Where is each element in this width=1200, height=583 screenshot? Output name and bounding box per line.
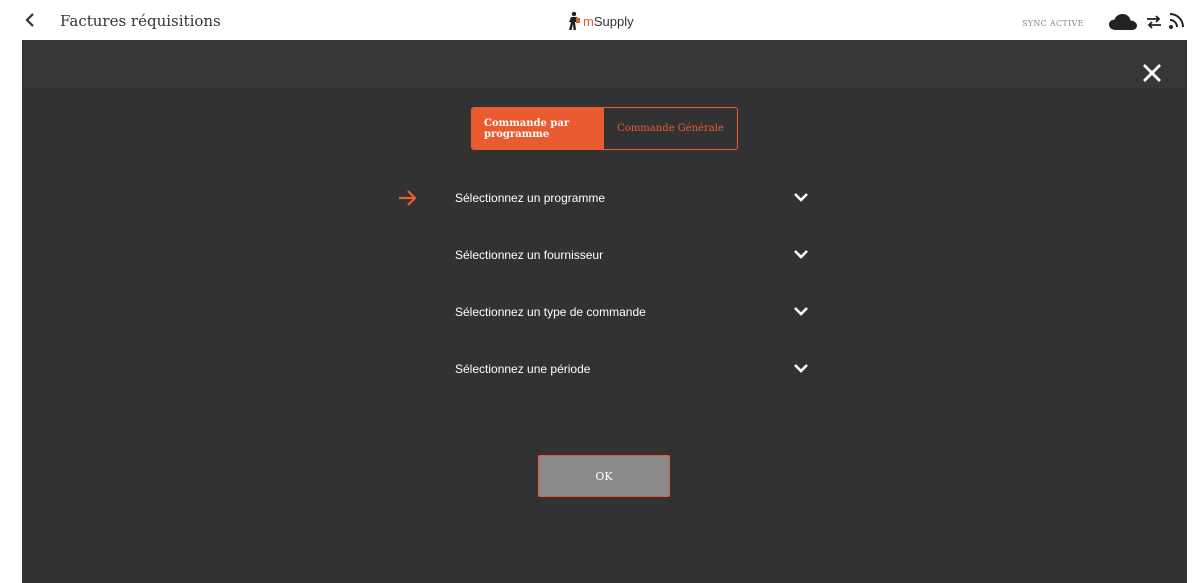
page-title: Factures réquisitions: [60, 12, 221, 30]
close-icon[interactable]: [1139, 60, 1165, 86]
swap-arrows-icon[interactable]: [1146, 15, 1162, 29]
toggle-general-order[interactable]: Commande Générale: [604, 108, 737, 149]
supplier-selector[interactable]: Sélectionnez un fournisseur: [455, 244, 815, 268]
period-selector[interactable]: Sélectionnez une période: [455, 358, 815, 382]
modal-header: [22, 40, 1187, 88]
ok-button[interactable]: OK: [538, 455, 670, 497]
logo-mark-icon: [569, 11, 580, 30]
msupply-logo: mSupply: [567, 10, 634, 32]
sync-status: SYNC ACTIVE: [1022, 19, 1084, 28]
supplier-selector-label: Sélectionnez un fournisseur: [455, 248, 604, 262]
logo-text: mSupply: [583, 14, 634, 29]
order-type-selector-label: Sélectionnez un type de commande: [455, 305, 646, 319]
chevron-down-icon[interactable]: [793, 362, 809, 374]
chevron-down-icon[interactable]: [793, 191, 809, 203]
feed-icon[interactable]: [1168, 12, 1184, 30]
toggle-program-order[interactable]: Commande par programme: [472, 108, 604, 149]
chevron-down-icon[interactable]: [793, 248, 809, 260]
cloud-icon[interactable]: [1108, 13, 1138, 31]
program-selector[interactable]: Sélectionnez un programme: [455, 187, 815, 211]
order-type-selector[interactable]: Sélectionnez un type de commande: [455, 301, 815, 325]
chevron-down-icon[interactable]: [793, 305, 809, 317]
logo-word: Supply: [593, 13, 634, 29]
period-selector-label: Sélectionnez une période: [455, 362, 591, 376]
arrow-right-icon: [399, 190, 417, 206]
logo-prefix: m: [583, 13, 594, 29]
top-bar: Factures réquisitions mSupply SYNC ACTIV…: [0, 0, 1200, 40]
program-selector-label: Sélectionnez un programme: [455, 191, 606, 205]
toggle-program-order-label: Commande par programme: [484, 117, 570, 140]
chevron-left-icon[interactable]: [20, 10, 40, 30]
order-type-toggle: Commande par programme Commande Générale: [471, 107, 738, 150]
toggle-general-order-label: Commande Générale: [617, 123, 724, 134]
